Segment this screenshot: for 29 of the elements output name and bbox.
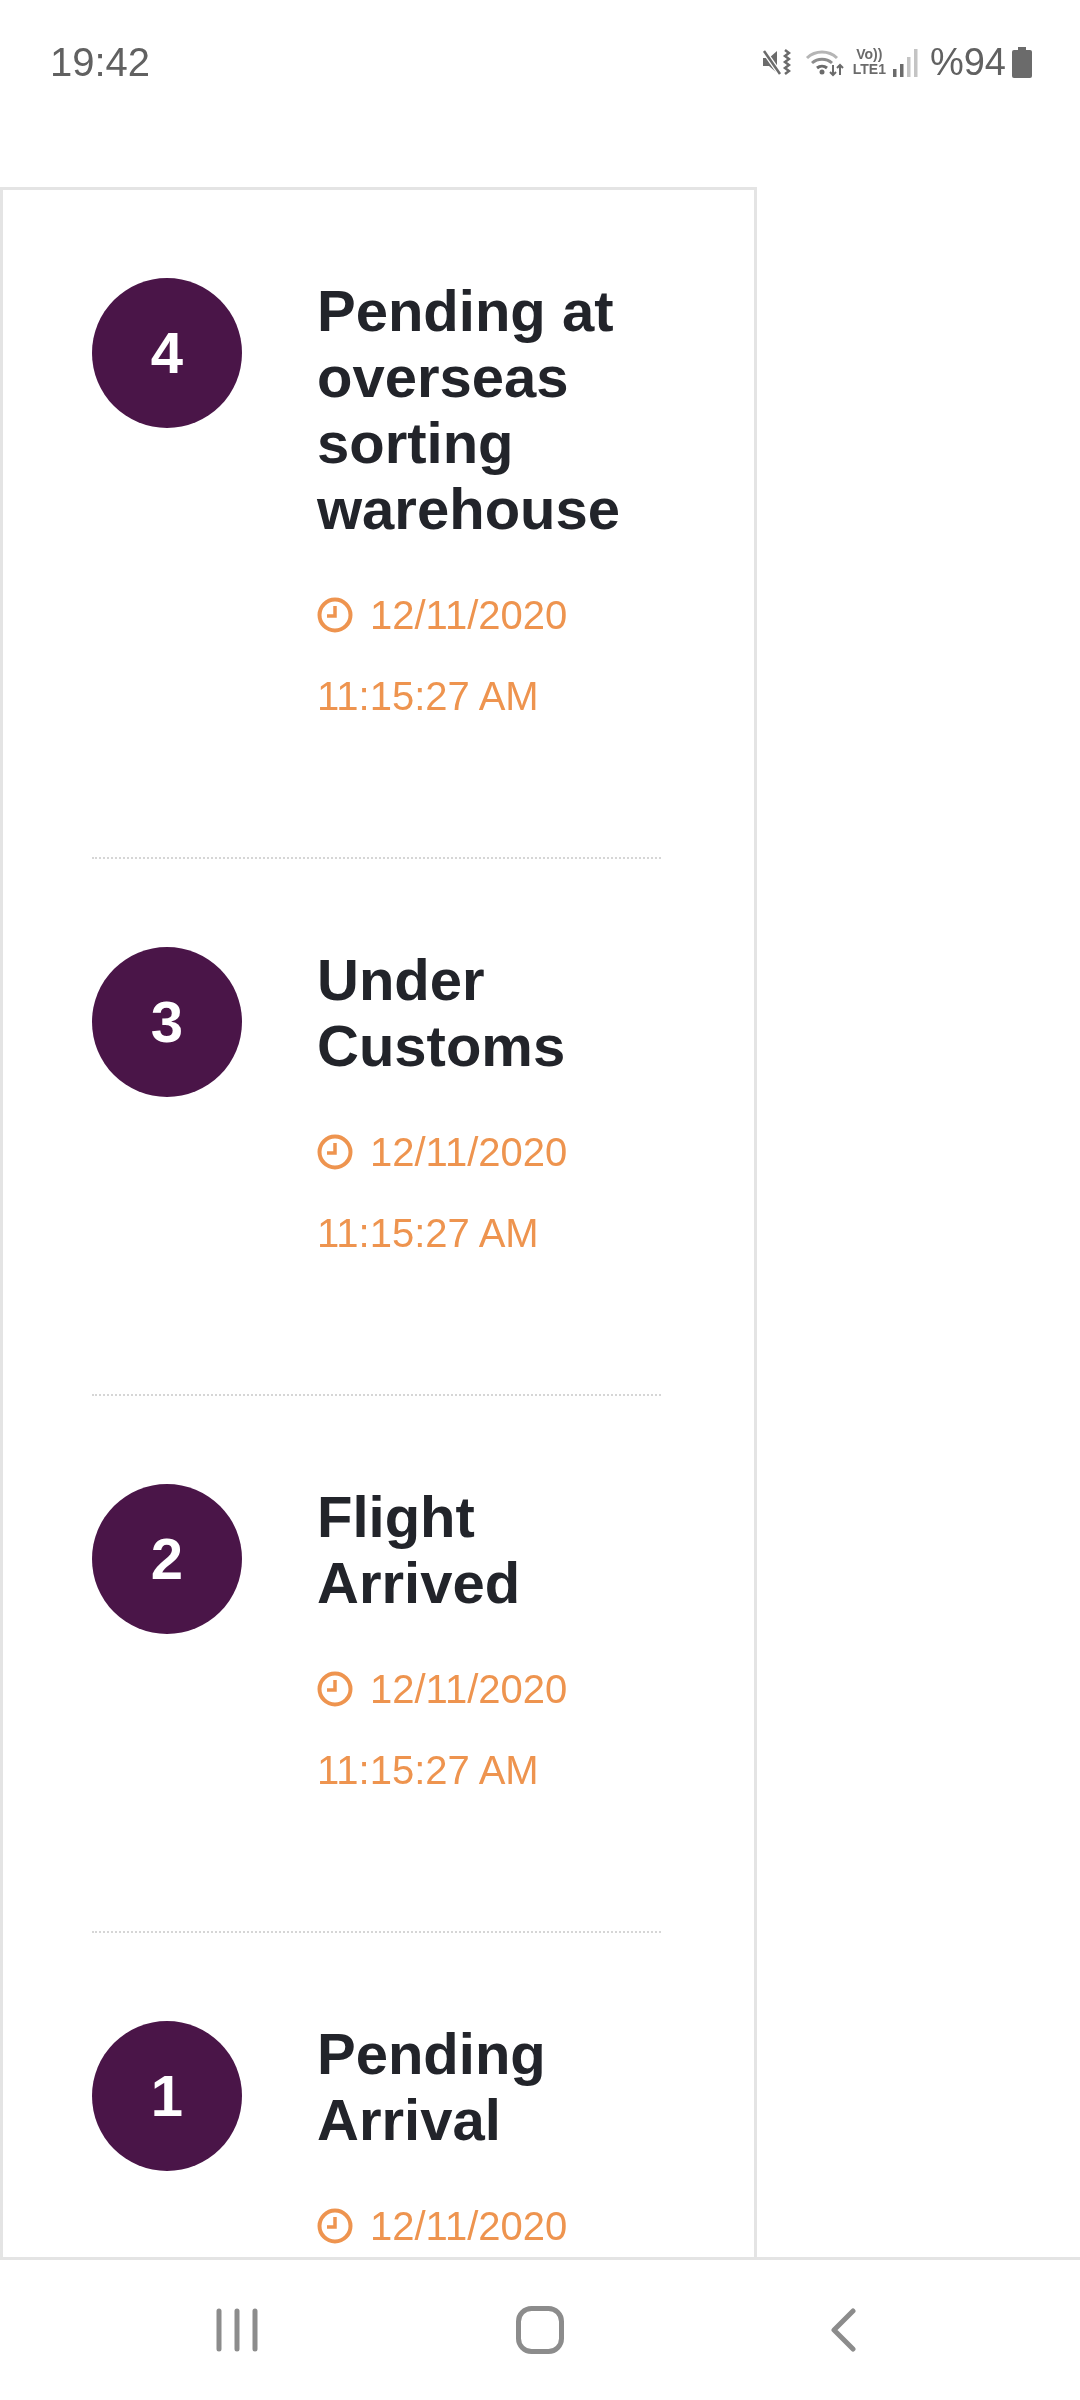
date-text: 12/11/2020 <box>370 592 568 639</box>
clock-time: 19:42 <box>50 39 151 86</box>
clock-icon <box>317 1134 353 1170</box>
home-icon[interactable] <box>516 2306 564 2354</box>
signal-bars-icon <box>891 47 918 77</box>
network-type-label: LTE1 <box>852 62 886 77</box>
battery-percent: %94 <box>929 40 1006 85</box>
recent-apps-icon[interactable] <box>215 2308 259 2352</box>
status-title: Pending Arrival <box>317 2021 547 2153</box>
clock-icon <box>317 1671 353 1707</box>
time-text: 11:15:27 AM <box>317 1210 539 1257</box>
step-number-badge: 4 <box>92 278 242 428</box>
date-text: 12/11/2020 <box>370 1129 568 1176</box>
clock-icon <box>317 2208 353 2244</box>
clock-icon <box>317 597 353 633</box>
status-title: Under Customs <box>317 947 567 1079</box>
date-text: 12/11/2020 <box>370 2203 568 2250</box>
step-number-badge: 2 <box>92 1484 242 1634</box>
step-number-badge: 3 <box>92 947 242 1097</box>
date-text: 12/11/2020 <box>370 1666 568 1713</box>
status-title: Pending at overseas sorting warehouse <box>317 278 621 542</box>
step-number-badge: 1 <box>92 2021 242 2171</box>
muted-speaker-icon <box>760 47 791 77</box>
time-text: 11:15:27 AM <box>317 1747 539 1794</box>
time-text: 11:15:27 AM <box>317 673 539 720</box>
battery-icon <box>1012 46 1032 78</box>
back-icon[interactable] <box>830 2308 856 2352</box>
status-title: Flight Arrived <box>317 1484 522 1616</box>
volte-label: Vo)) <box>856 47 883 62</box>
